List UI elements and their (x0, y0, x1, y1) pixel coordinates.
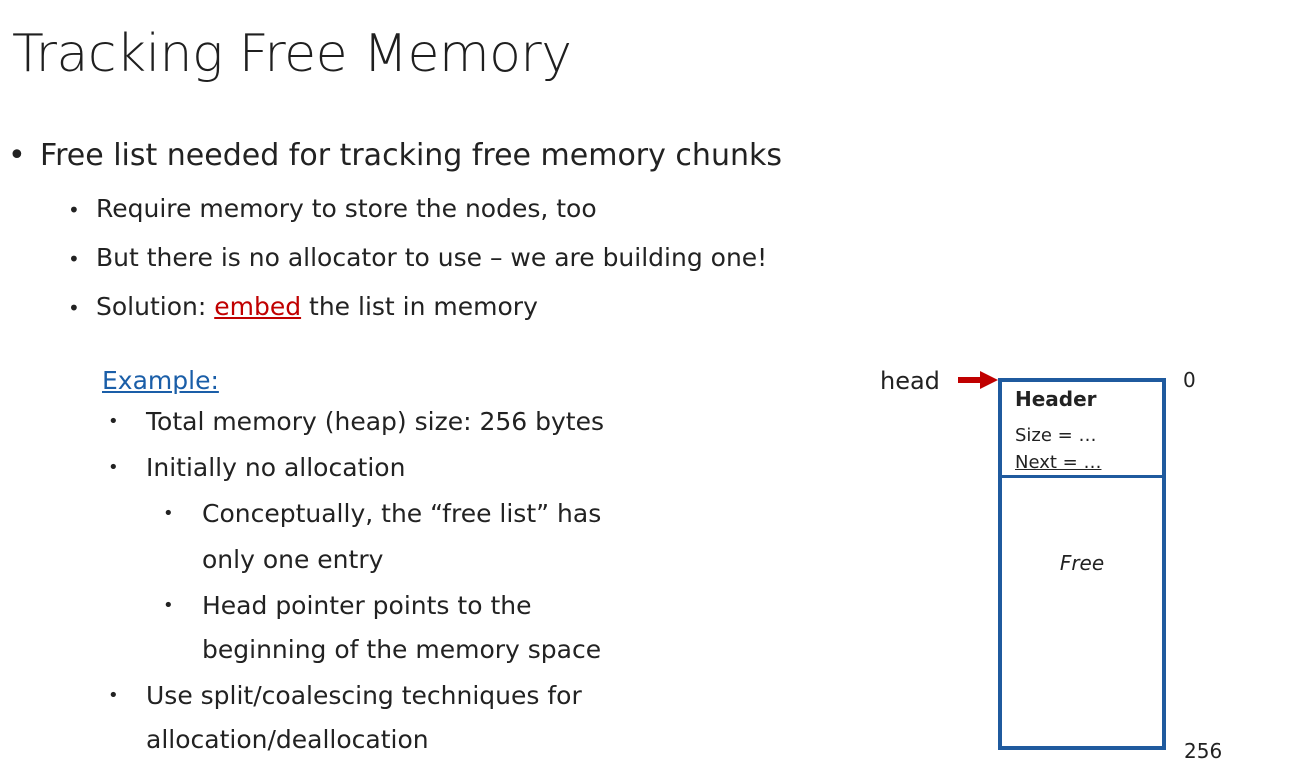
example-item-conceptually-cont: only one entry (202, 545, 384, 574)
header-next: Next = … (1015, 452, 1102, 473)
solution-prefix: Solution: (96, 292, 215, 321)
address-end: 256 (1184, 739, 1223, 763)
example-text: Initially no allocation (146, 453, 406, 482)
memory-free-block: Free (998, 477, 1166, 750)
header-size: Size = … (1015, 425, 1097, 446)
free-label: Free (1059, 551, 1105, 575)
example-item-use-split-cont: allocation/deallocation (146, 725, 429, 754)
example-item-conceptually: • Conceptually, the “free list” has (163, 497, 601, 531)
main-bullet-text: Free list needed for tracking free memor… (40, 138, 782, 173)
example-text: Conceptually, the “free list” has (202, 499, 602, 528)
example-text: Total memory (heap) size: 256 bytes (146, 407, 604, 436)
bullet-dot: • (68, 247, 80, 271)
slide-title: Tracking Free Memory (12, 24, 572, 84)
sub-bullet: • But there is no allocator to use – we a… (68, 240, 767, 277)
memory-header-block: Header Size = … Next = … (998, 378, 1166, 478)
bullet-dot: • (68, 198, 80, 222)
sub-bullet-text: But there is no allocator to use – we ar… (96, 243, 768, 272)
bullet-dot: • (68, 296, 80, 320)
embed-highlight: embed (214, 292, 302, 321)
bullet-dot: • (163, 595, 174, 616)
example-text: Use split/coalescing techniques for (146, 681, 582, 710)
address-start: 0 (1183, 368, 1196, 392)
main-bullet: • Free list needed for tracking free memo… (8, 134, 782, 178)
sub-bullet-text: Require memory to store the nodes, too (96, 194, 597, 223)
head-arrow-icon (958, 371, 998, 389)
example-item-total-size: • Total memory (heap) size: 256 bytes (108, 405, 604, 439)
sub-bullet: • Require memory to store the nodes, too (68, 191, 597, 228)
example-item-head-pointer-cont: beginning of the memory space (202, 635, 602, 664)
head-label: head (880, 367, 940, 395)
example-text: Head pointer points to the (202, 591, 532, 620)
example-label: Example: (102, 366, 219, 395)
example-item-use-split: • Use split/coalescing techniques for (108, 679, 582, 713)
example-item-initially: • Initially no allocation (108, 451, 405, 485)
solution-suffix: the list in memory (301, 292, 538, 321)
example-item-head-pointer: • Head pointer points to the (163, 589, 531, 623)
bullet-dot: • (8, 138, 26, 173)
bullet-dot: • (108, 685, 119, 706)
bullet-dot: • (108, 411, 119, 432)
bullet-dot: • (108, 457, 119, 478)
header-title: Header (1015, 387, 1097, 411)
bullet-dot: • (163, 503, 174, 524)
sub-bullet-solution: • Solution: embed the list in memory (68, 289, 538, 326)
